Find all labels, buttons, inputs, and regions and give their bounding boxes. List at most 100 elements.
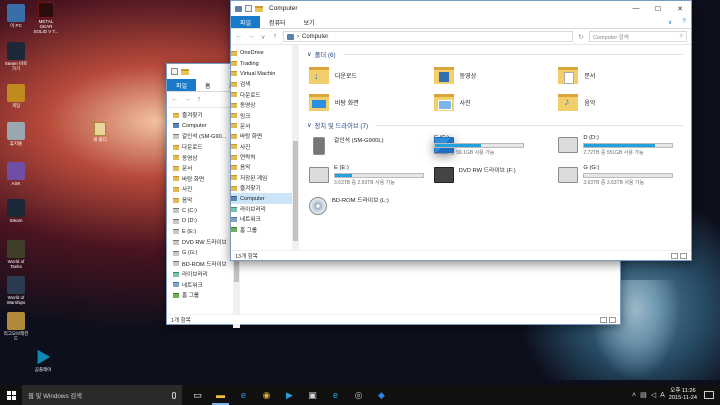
close-icon[interactable]: ✕ xyxy=(669,1,691,16)
desktop-icon[interactable]: Steam xyxy=(3,199,29,233)
drive-tile[interactable]: E (E:) 3.63TB 중 2.93TB 사용 가능 xyxy=(309,165,434,190)
taskbar-search-box[interactable]: 웹 및 Windows 검색 xyxy=(22,385,182,405)
steam-icon[interactable]: ◎ xyxy=(347,385,370,405)
recent-locations-icon[interactable]: ∨ xyxy=(259,33,267,41)
nav-item[interactable]: 홈 그룹 xyxy=(167,290,241,301)
nav-item[interactable]: 검색 xyxy=(231,79,299,89)
nav-item[interactable]: 사진 xyxy=(231,142,299,152)
media-player-icon[interactable]: ▶ xyxy=(278,385,301,405)
properties-icon[interactable] xyxy=(245,5,252,12)
action-center-icon[interactable] xyxy=(704,391,714,399)
drive-tile[interactable]: C (C:)119GB 중 56.1GB 사용 가능 xyxy=(433,135,559,160)
tiles-view-icon[interactable] xyxy=(609,316,616,323)
chrome-icon[interactable]: ◉ xyxy=(255,385,278,405)
details-view-icon[interactable] xyxy=(671,252,678,259)
address-bar[interactable]: › Computer xyxy=(283,31,573,42)
drive-tile[interactable]: D (D:) 2.72TB 중 551GB 사용 가능 xyxy=(558,135,683,160)
nav-item[interactable]: 홈 그룹 xyxy=(231,225,299,235)
file-explorer-icon[interactable]: ▬ xyxy=(209,385,232,405)
nav-item[interactable]: Trading xyxy=(231,58,299,68)
desktop-icon[interactable]: World of Warships xyxy=(3,276,29,310)
back-arrow-icon[interactable]: ← xyxy=(235,33,243,40)
nav-scrollbar-thumb[interactable] xyxy=(293,141,298,241)
folders-group-header[interactable]: ∨ 폴더 (6) xyxy=(307,48,683,60)
store-icon[interactable]: ▣ xyxy=(301,385,324,405)
forward-arrow-icon[interactable]: → xyxy=(183,96,191,103)
drive-tile[interactable]: 갈인석 (SM-G900L) xyxy=(309,135,434,160)
nav-item[interactable]: 다운로드 xyxy=(231,90,299,100)
forward-arrow-icon[interactable]: → xyxy=(247,33,255,40)
desktop-icon[interactable]: ASK xyxy=(3,162,29,196)
edge-icon[interactable]: e xyxy=(232,385,255,405)
up-arrow-icon[interactable]: ↑ xyxy=(195,96,203,103)
clock[interactable]: 오후 11:26 2015-11-24 xyxy=(669,388,697,402)
nav-item[interactable]: 문서 xyxy=(231,121,299,131)
breadcrumb-separator-icon[interactable]: › xyxy=(297,34,299,40)
tiles-view-icon[interactable] xyxy=(680,252,687,259)
tab-view[interactable]: 보기 xyxy=(295,16,324,28)
title-bar[interactable]: Computer — ☐ ✕ xyxy=(231,1,691,16)
tab-file[interactable]: 파일 xyxy=(167,79,197,91)
drive-tile[interactable]: G (G:) 3.63TB 중 3.63TB 사용 가능 xyxy=(558,165,683,190)
search-input[interactable]: Computer 검색 ⌕ xyxy=(589,31,687,42)
folder-tile[interactable]: 문서 xyxy=(558,64,683,86)
drives-group-header[interactable]: ∨ 장치 및 드라이브 (7) xyxy=(307,119,683,131)
desktop-icon-mgsv[interactable]: METAL GEAR SOLID V T... xyxy=(33,2,59,38)
desktop-icon[interactable]: 리그오브레전드 xyxy=(3,312,29,346)
collapse-chevron-icon[interactable]: ∨ xyxy=(307,122,312,129)
nav-item[interactable]: 즐겨찾기 xyxy=(231,183,299,193)
nav-item[interactable]: 저장된 게임 xyxy=(231,173,299,183)
nav-item[interactable]: 바탕 화면 xyxy=(231,131,299,141)
network-icon[interactable]: ▤ xyxy=(640,391,647,399)
folder-tile[interactable]: 사진 xyxy=(433,91,559,113)
explorer-window-computer[interactable]: Computer — ☐ ✕ 파일 컴퓨터 보기 ∨ ? ← → ∨ ↑ › C… xyxy=(230,0,692,261)
start-button[interactable] xyxy=(0,385,22,405)
tab-file[interactable]: 파일 xyxy=(231,16,261,28)
folder-tile[interactable]: 동영상 xyxy=(433,64,559,86)
details-view-icon[interactable] xyxy=(600,316,607,323)
desktop-icon[interactable]: World of Tanks xyxy=(3,240,29,274)
nav-item[interactable]: 라이브러리 xyxy=(167,269,241,280)
microphone-icon[interactable] xyxy=(172,391,176,399)
back-arrow-icon[interactable]: ← xyxy=(171,96,179,103)
desktop-icon[interactable]: 휴지통 xyxy=(3,122,29,156)
dropbox-icon[interactable]: ◆ xyxy=(370,385,393,405)
input-language-icon[interactable]: A xyxy=(660,392,665,399)
new-folder-icon[interactable] xyxy=(181,68,189,75)
chevron-up-icon[interactable]: ˄ xyxy=(632,392,636,399)
nav-item[interactable]: 동영상 xyxy=(231,100,299,110)
drive-tile[interactable]: BD-ROM 드라이브 (L:) xyxy=(309,195,434,220)
properties-icon[interactable] xyxy=(171,68,178,75)
nav-item[interactable]: Virtual Machin xyxy=(231,69,299,79)
nav-item[interactable]: OneDrive xyxy=(231,48,299,58)
new-folder-icon[interactable] xyxy=(255,5,263,12)
desktop-icon[interactable]: 이 PC xyxy=(3,4,29,38)
folder-tile[interactable]: 음악 xyxy=(558,91,683,113)
minimize-icon[interactable]: — xyxy=(625,1,647,16)
folder-tile[interactable]: 바탕 화면 xyxy=(309,91,434,113)
nav-item[interactable]: Computer xyxy=(231,193,299,204)
nav-item[interactable]: 네트워크 xyxy=(167,280,241,291)
tab-home[interactable]: 홈 xyxy=(196,79,220,91)
nav-scrollbar[interactable] xyxy=(292,45,299,252)
desktop-icon[interactable]: 게임 xyxy=(3,84,29,118)
refresh-icon[interactable]: ↻ xyxy=(577,33,585,41)
nav-item[interactable]: 라이브러리 xyxy=(231,204,299,214)
collapse-chevron-icon[interactable]: ∨ xyxy=(307,51,312,58)
nav-item[interactable]: 음악 xyxy=(231,162,299,172)
desktop-icon[interactable]: Steam 바로가기 xyxy=(3,42,29,76)
nav-item[interactable]: 연락처 xyxy=(231,152,299,162)
tab-computer[interactable]: 컴퓨터 xyxy=(260,16,295,28)
ribbon-expand-icon[interactable]: ∨ xyxy=(663,16,677,28)
desktop-icon-player[interactable]: 곰플레이 xyxy=(30,348,56,382)
help-icon[interactable]: ? xyxy=(677,16,691,28)
ie-icon[interactable]: e xyxy=(324,385,347,405)
up-arrow-icon[interactable]: ↑ xyxy=(271,33,279,40)
maximize-icon[interactable]: ☐ xyxy=(647,1,669,16)
volume-icon[interactable]: ◁ xyxy=(651,391,656,399)
nav-item[interactable]: 링크 xyxy=(231,110,299,120)
nav-item[interactable]: 네트워크 xyxy=(231,214,299,224)
task-view-icon[interactable]: ▭ xyxy=(186,385,209,405)
desktop-icon-file[interactable]: 새 폴더 xyxy=(90,122,110,148)
drive-tile[interactable]: DVD RW 드라이브 (F:) xyxy=(433,165,559,190)
